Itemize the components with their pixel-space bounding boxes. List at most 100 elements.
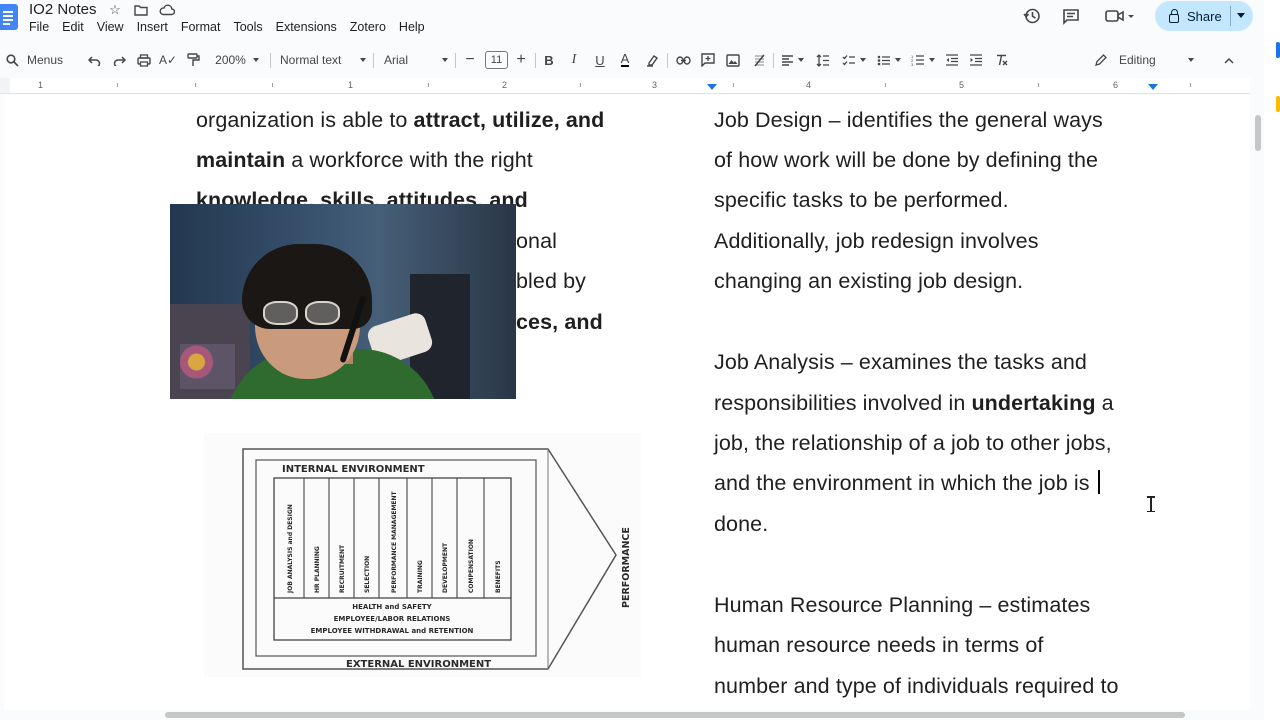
document-title[interactable]: IO2 Notes (29, 1, 97, 18)
editing-mode-select[interactable]: Editing (1094, 46, 1198, 74)
redo-icon[interactable] (108, 46, 130, 74)
zoom-select[interactable]: 200% (210, 46, 264, 74)
column-label: JOB ANALYSIS and DESIGN (287, 504, 294, 594)
job-analysis-line: and the environment in which the job is (714, 463, 1100, 503)
menu-format[interactable]: Format (181, 20, 228, 34)
ruler: 1 1 2 3 4 5 6 (0, 78, 1250, 94)
left-text-line: bled by (516, 269, 587, 293)
menu-zotero[interactable]: Zotero (350, 20, 393, 34)
italic-icon[interactable]: I (563, 46, 585, 74)
style-value: Normal text (280, 53, 342, 67)
vertical-scroll-thumb[interactable] (1255, 115, 1261, 151)
menu-bar: File Edit View Insert Format Tools Exten… (29, 20, 438, 34)
chevron-down-icon (360, 58, 366, 62)
decrease-font-size-icon[interactable]: − (459, 46, 481, 74)
link-icon[interactable] (672, 46, 694, 74)
checklist-icon (842, 55, 855, 66)
bold-icon[interactable]: B (538, 46, 560, 74)
increase-font-size-icon[interactable]: + (510, 46, 532, 74)
vertical-scrollbar[interactable] (1250, 95, 1264, 710)
menu-insert[interactable]: Insert (137, 20, 175, 34)
left-text-line: ces, and (516, 310, 603, 334)
folder-icon[interactable] (132, 1, 150, 19)
docs-logo-icon[interactable] (0, 4, 18, 30)
external-environment-label: EXTERNAL ENVIRONMENT (346, 659, 491, 670)
side-panel-icon[interactable] (1276, 42, 1280, 58)
share-label: Share (1187, 8, 1222, 24)
undo-icon[interactable] (83, 46, 105, 74)
column-label: PERFORMANCE MANAGEMENT (391, 490, 398, 593)
chevron-down-icon (1187, 58, 1194, 62)
bullet-list-select[interactable] (873, 46, 905, 74)
menu-help[interactable]: Help (399, 20, 432, 34)
comment-icon[interactable] (1057, 2, 1085, 30)
clear-formatting-icon[interactable] (990, 46, 1012, 74)
ruler-tick (428, 83, 429, 87)
numbered-list-select[interactable]: 123 (907, 46, 939, 74)
menu-tools[interactable]: Tools (233, 20, 269, 34)
job-analysis-line: Job Analysis – examines the tasks and (714, 350, 1087, 374)
webcam-overlay[interactable] (170, 204, 516, 399)
increase-indent-icon[interactable] (965, 46, 987, 74)
title-bar: IO2 Notes ☆ File Edit View Insert Format… (0, 0, 1280, 44)
horizontal-scrollbar[interactable] (0, 710, 1264, 720)
side-panel-rail (1264, 0, 1280, 720)
ruler-number: 1 (38, 80, 44, 90)
menu-file[interactable]: File (29, 20, 56, 34)
mouse-ibeam-cursor (1146, 496, 1156, 512)
column-label: DEVELOPMENT (442, 542, 449, 593)
side-panel-icon[interactable] (1276, 96, 1280, 112)
toolbar-divider (455, 53, 456, 68)
right-indent-marker[interactable] (1148, 84, 1158, 90)
ruler-tick (1038, 83, 1039, 87)
job-analysis-line: done. (714, 512, 769, 536)
chevron-down-icon (929, 58, 935, 62)
font-select[interactable]: Arial (384, 46, 448, 74)
font-size-input[interactable]: 11 (485, 46, 508, 74)
add-comment-icon[interactable] (697, 46, 719, 74)
print-icon[interactable] (133, 46, 155, 74)
column-label: SELECTION (364, 556, 371, 593)
pencil-icon (1095, 53, 1107, 66)
menu-view[interactable]: View (97, 20, 131, 34)
cloud-icon[interactable] (158, 1, 176, 19)
chevron-up-icon[interactable] (1218, 46, 1240, 74)
text-color-icon[interactable]: A (614, 46, 636, 74)
font-size-value: 11 (485, 51, 508, 69)
strikethrough-format-icon[interactable] (748, 46, 770, 74)
line-spacing-icon[interactable] (812, 46, 834, 74)
chevron-down-icon (797, 58, 804, 62)
checklist-select[interactable] (838, 46, 870, 74)
hr-planning-line: Human Resource Planning – estimates (714, 593, 1091, 617)
decrease-indent-icon[interactable] (941, 46, 963, 74)
chevron-down-icon[interactable] (1237, 13, 1245, 18)
insert-image-icon[interactable] (722, 46, 744, 74)
share-button[interactable]: Share (1155, 1, 1253, 31)
history-icon[interactable] (1018, 2, 1046, 30)
hr-planning-line: number and type of individuals required … (714, 674, 1119, 698)
horizontal-scroll-thumb[interactable] (165, 712, 1185, 718)
job-analysis-line: job, the relationship of a job to other … (714, 431, 1112, 455)
underline-icon[interactable]: U (589, 46, 611, 74)
search-menus-label: Menus (27, 53, 64, 67)
chevron-down-icon (252, 58, 259, 62)
job-design-line: specific tasks to be performed. (714, 188, 1009, 212)
left-text-line: maintain a workforce with the right (196, 148, 533, 172)
search-menus[interactable]: Menus (6, 46, 66, 74)
spellcheck-icon[interactable]: A✓ (157, 46, 179, 74)
align-select[interactable] (778, 46, 806, 74)
hr-framework-diagram[interactable]: INTERNAL ENVIRONMENT EXTERNAL ENVIRONMEN… (204, 433, 641, 677)
paint-format-icon[interactable] (182, 46, 204, 74)
chevron-down-icon (860, 58, 866, 62)
highlight-icon[interactable] (641, 46, 663, 74)
column-label: HR PLANNING (314, 546, 321, 593)
menu-extensions[interactable]: Extensions (276, 20, 344, 34)
ruler-tick (580, 83, 581, 87)
ruler-tick (195, 83, 196, 87)
job-design-line: Additionally, job redesign involves (714, 229, 1039, 253)
star-icon[interactable]: ☆ (106, 1, 124, 19)
style-select[interactable]: Normal text (280, 46, 366, 74)
video-icon[interactable] (1100, 2, 1140, 30)
menu-edit[interactable]: Edit (62, 20, 91, 34)
left-indent-marker[interactable] (707, 84, 717, 90)
